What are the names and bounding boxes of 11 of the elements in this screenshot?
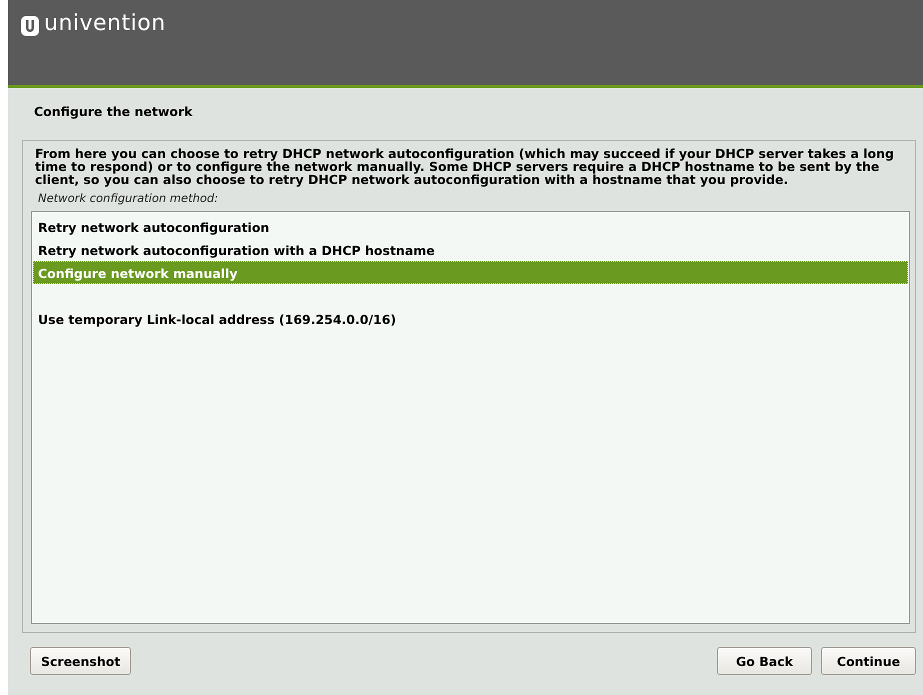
list-item[interactable]: Retry network autoconfiguration: [33, 215, 908, 238]
description-text: From here you can choose to retry DHCP network autoconfiguration (which may succeed if your DHCP server takes a long time to respond) or to configure the network manually. Some DHCP servers require a DHCP hostname to be sent by the client, so you can also choose to retry DHCP network autoconfiguration with a hostname that you provide.: [34, 147, 895, 186]
logo-icon: [20, 15, 40, 37]
logo-text: univention: [44, 12, 166, 36]
list-item[interactable]: Retry network autoconfiguration with a DHCP hostname: [33, 238, 908, 261]
continue-button[interactable]: Continue: [821, 647, 916, 675]
screenshot-button[interactable]: Screenshot: [30, 647, 132, 675]
list-label: Network configuration method:: [37, 190, 220, 207]
back-button[interactable]: Go Back: [717, 647, 812, 675]
list-item[interactable]: Use temporary Link-local address (169.254.0.0/16): [33, 307, 908, 330]
dialog-title: Configure the network: [33, 103, 194, 121]
